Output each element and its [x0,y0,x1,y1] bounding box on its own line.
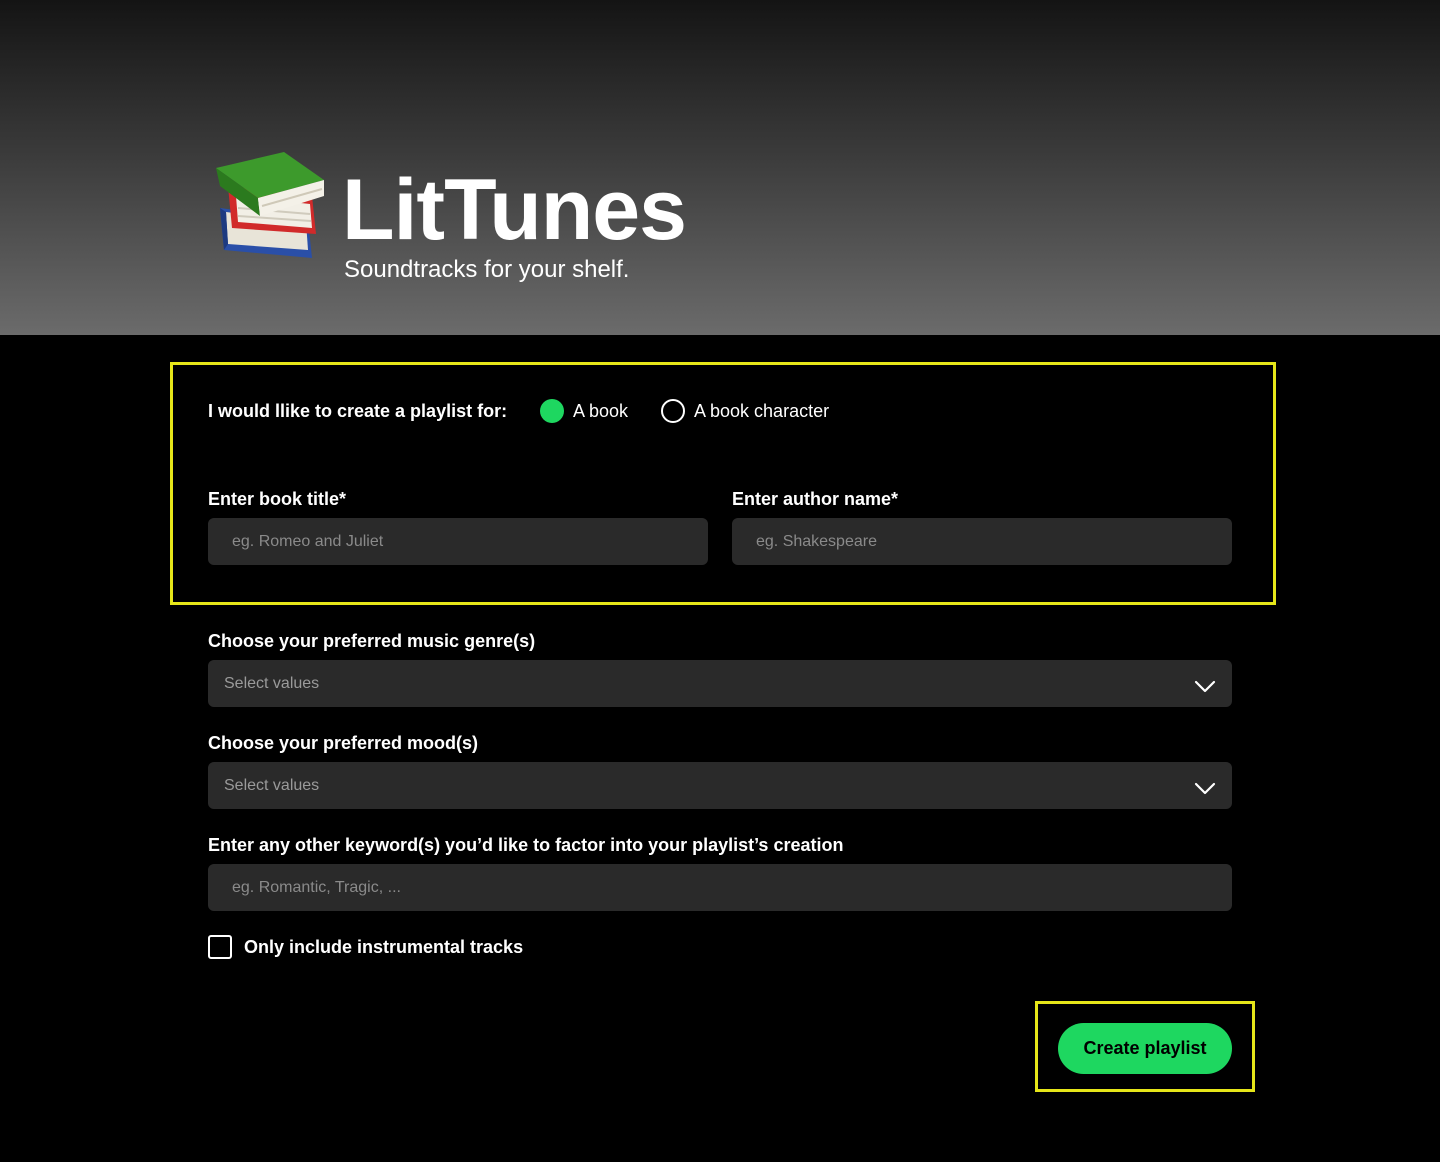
keywords-input[interactable] [208,864,1232,911]
app-tagline: Soundtracks for your shelf. [344,256,630,283]
author-name-input[interactable] [732,518,1232,565]
instrumental-checkbox-label: Only include instrumental tracks [244,936,524,957]
playlist-for-label: I would llike to create a playlist for: [208,401,508,421]
radio-unchecked-icon[interactable] [661,399,685,423]
radio-checked-icon[interactable] [540,399,564,423]
books-stack-icon [216,152,324,258]
create-playlist-button[interactable]: Create playlist [1058,1023,1232,1074]
genre-select-placeholder: Select values [224,674,320,692]
mood-select[interactable]: Select values [208,762,1232,809]
instrumental-checkbox-row[interactable]: Only include instrumental tracks [208,935,523,959]
keywords-label: Enter any other keyword(s) you’d like to… [208,835,844,855]
genre-select[interactable]: Select values [208,660,1232,707]
chevron-down-icon[interactable] [1194,782,1216,796]
mood-label: Choose your preferred mood(s) [208,733,479,753]
radio-label-book: A book [573,400,629,421]
author-name-label: Enter author name* [732,489,899,509]
radio-option-book-character[interactable]: A book character [661,399,829,423]
radio-label-book-character: A book character [694,400,830,421]
book-title-input[interactable] [208,518,708,565]
mood-select-placeholder: Select values [224,776,320,794]
chevron-down-icon[interactable] [1194,680,1216,694]
genre-label: Choose your preferred music genre(s) [208,631,536,651]
header-banner: LitTunes Soundtracks for your shelf. [0,0,1440,335]
book-title-label: Enter book title* [208,489,347,509]
app-title: LitTunes [342,162,687,258]
radio-option-book[interactable]: A book [540,399,628,423]
instrumental-checkbox[interactable] [208,935,232,959]
